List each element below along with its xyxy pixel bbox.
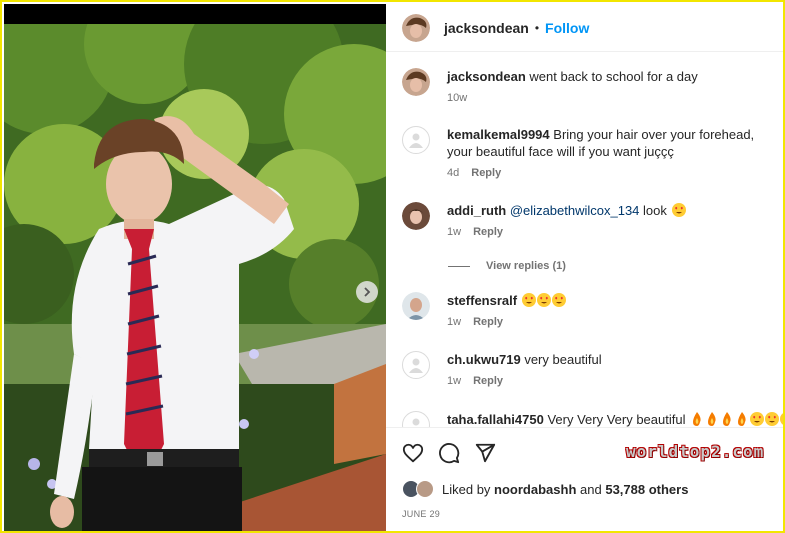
divider	[448, 265, 470, 267]
reply-button[interactable]: Reply	[473, 316, 503, 328]
reply-button[interactable]: Reply	[473, 375, 503, 387]
author-avatar[interactable]	[402, 13, 430, 42]
fire-emoji-icon	[735, 412, 749, 426]
view-replies-label[interactable]: View replies (1)	[486, 260, 566, 272]
chevron-right-icon	[364, 287, 371, 297]
avatar[interactable]	[402, 411, 430, 427]
likes-prefix: Liked by	[442, 481, 491, 497]
screenshot-frame: jacksondean • Follow jacksondean went ba…	[0, 0, 785, 533]
comment-text: very beautiful	[524, 352, 602, 367]
likes-count[interactable]: 53,788 others	[605, 482, 688, 497]
fire-emoji-icon	[690, 412, 704, 426]
comment-item: ch.ukwu719 very beautiful 1w Reply	[402, 351, 777, 387]
avatar[interactable]	[402, 202, 430, 230]
avatar	[416, 480, 434, 498]
liker-username[interactable]: noordabashh	[494, 482, 576, 497]
heart-eyes-emoji-icon	[551, 293, 566, 307]
comments-list[interactable]: jacksondean went back to school for a da…	[386, 52, 783, 427]
comment-username[interactable]: ch.ukwu719	[447, 352, 521, 367]
avatar[interactable]	[402, 292, 430, 320]
caption-time[interactable]: 10w	[447, 92, 467, 104]
header-separator: •	[534, 20, 540, 35]
comment-text: Very Very Very beautiful	[547, 412, 686, 427]
comment-time[interactable]: 1w	[447, 375, 461, 387]
comment-text: look	[643, 203, 667, 218]
heart-eyes-emoji-icon	[536, 293, 551, 307]
follow-button[interactable]: Follow	[545, 20, 589, 36]
avatar[interactable]	[402, 351, 430, 379]
comment-item: taha.fallahi4750 Very Very Very beautifu…	[402, 411, 783, 427]
comment-username[interactable]: addi_ruth	[447, 203, 506, 218]
share-icon[interactable]	[474, 442, 496, 464]
heart-eyes-emoji-icon	[765, 412, 780, 426]
comment-username[interactable]: kemalkemal9994	[447, 127, 550, 142]
post-image	[4, 24, 386, 531]
photo-top-bar	[4, 4, 386, 24]
heart-eyes-emoji-icon	[521, 293, 536, 307]
comment-username[interactable]: steffensralf	[447, 293, 517, 308]
watermark: worldtop2.com	[626, 442, 765, 461]
comment-time[interactable]: 1w	[447, 226, 461, 238]
liker-avatars	[402, 480, 436, 498]
comment-time[interactable]: 4d	[447, 167, 459, 179]
next-photo-button[interactable]	[356, 281, 378, 303]
post-date[interactable]: JUNE 29	[402, 509, 440, 519]
caption-username[interactable]: jacksondean	[447, 69, 526, 84]
heart-eyes-emoji-icon	[671, 203, 686, 217]
avatar[interactable]	[402, 126, 430, 154]
author-avatar[interactable]	[402, 68, 430, 96]
comment-username[interactable]: taha.fallahi4750	[447, 412, 544, 427]
heart-icon[interactable]	[402, 442, 424, 464]
fire-emoji-icon	[705, 412, 719, 426]
caption-text: went back to school for a day	[529, 69, 698, 84]
fire-emoji-icon	[720, 412, 734, 426]
post-photo[interactable]	[4, 4, 386, 531]
heart-eyes-emoji-icon	[780, 412, 783, 426]
likes-summary[interactable]: Liked by noordabashh and 53,788 others	[402, 480, 688, 498]
post-header: jacksondean • Follow	[386, 4, 783, 52]
reply-button[interactable]: Reply	[471, 167, 501, 179]
likes-conjunction: and	[580, 481, 602, 497]
view-replies-button[interactable]: View replies (1)	[448, 260, 566, 272]
comment-time[interactable]: 1w	[447, 316, 461, 328]
author-username[interactable]: jacksondean	[444, 20, 529, 36]
reply-button[interactable]: Reply	[473, 226, 503, 238]
heart-eyes-emoji-icon	[750, 412, 765, 426]
mention-link[interactable]: @elizabethwilcox_134	[510, 203, 640, 218]
comment-item: kemalkemal9994 Bring your hair over your…	[402, 126, 777, 179]
comment-icon[interactable]	[438, 442, 460, 464]
